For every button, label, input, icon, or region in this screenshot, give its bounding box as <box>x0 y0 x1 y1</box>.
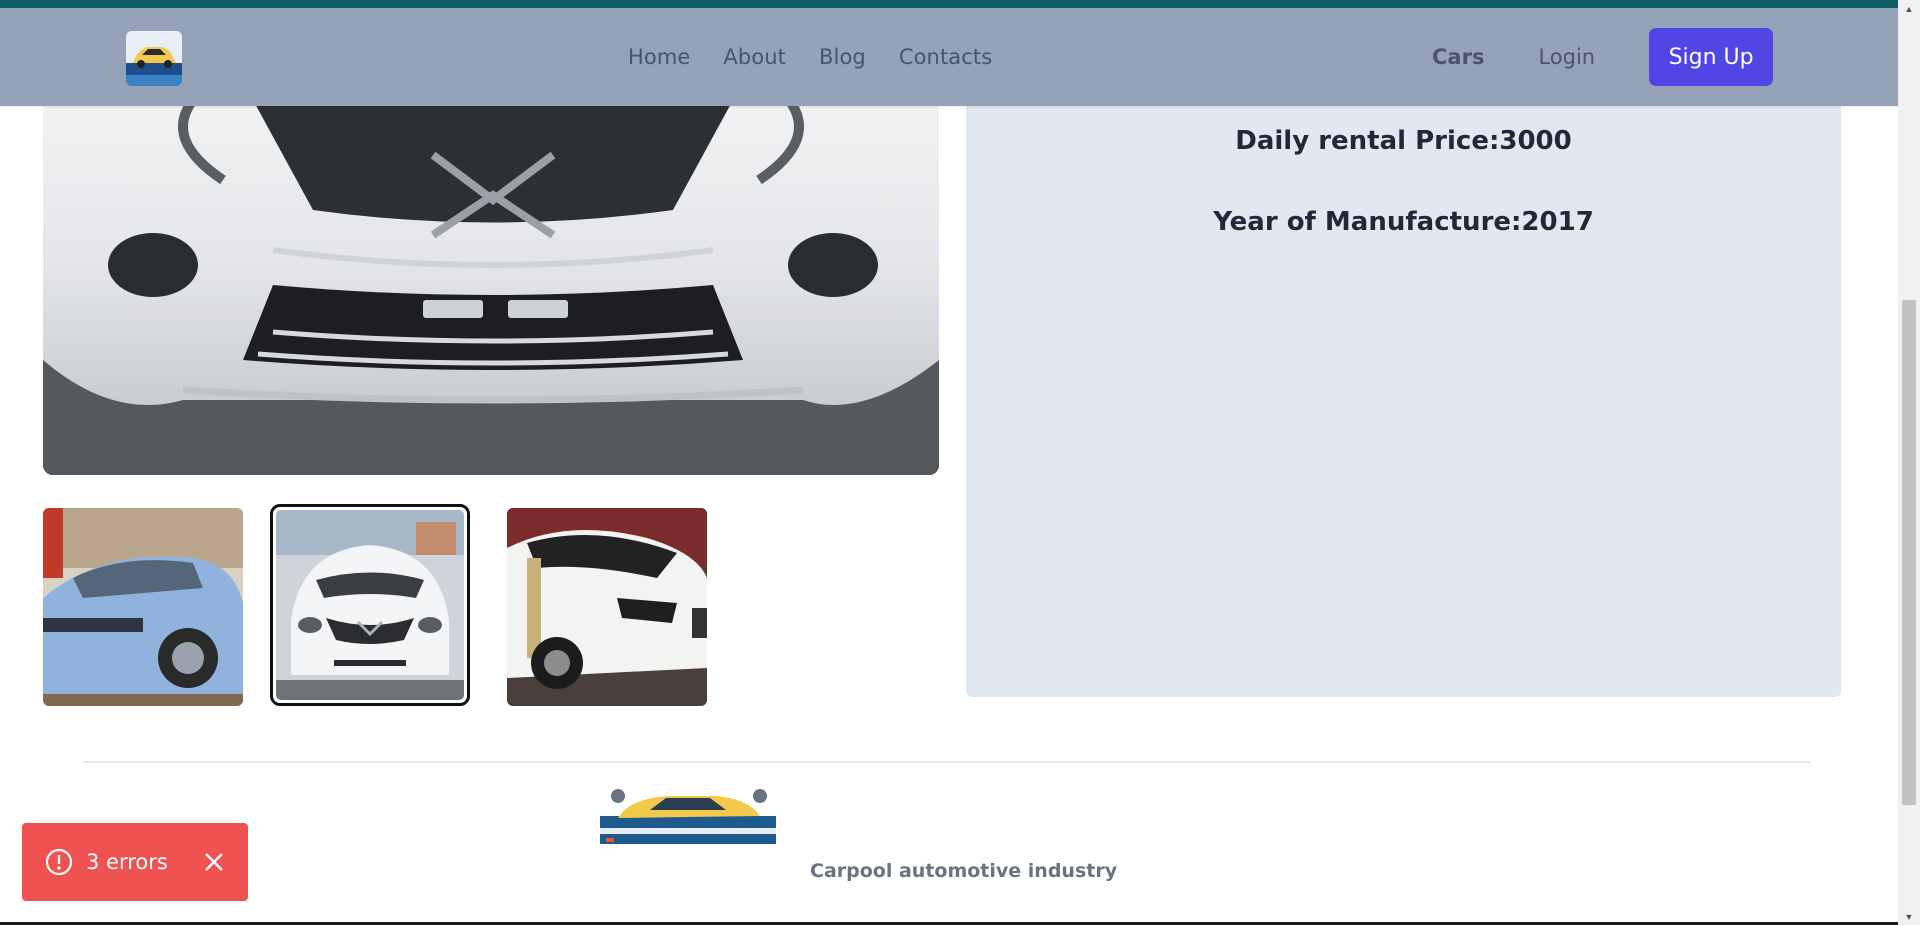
sign-up-button[interactable]: Sign Up <box>1649 28 1774 86</box>
error-count-label: 3 errors <box>86 850 168 874</box>
nav-blog-link[interactable]: Blog <box>819 45 866 69</box>
scrollbar-thumb[interactable] <box>1902 300 1916 805</box>
daily-rental-price: Daily rental Price:3000 <box>1235 126 1572 156</box>
blue-car-thumbnail[interactable] <box>43 508 243 706</box>
alert-circle-icon <box>45 848 73 876</box>
scroll-up-arrow-icon[interactable]: ▲ <box>1898 0 1920 17</box>
account-actions: Cars Login Sign Up <box>1432 8 1774 106</box>
main-car-image <box>43 60 939 475</box>
footer-divider <box>83 761 1811 763</box>
navbar: Home About Blog Contacts Cars Login Sign… <box>0 8 1898 106</box>
page-scrollbar[interactable]: ▲ ▼ <box>1898 0 1920 925</box>
car-details-panel: Daily rental Price:3000 Year of Manufact… <box>966 100 1841 697</box>
white-car-rear-thumbnail[interactable] <box>507 508 707 706</box>
footer-tagline: Carpool automotive industry <box>810 860 1118 882</box>
close-icon[interactable] <box>202 850 226 874</box>
nav-cars-link[interactable]: Cars <box>1432 45 1484 69</box>
year-of-manufacture: Year of Manufacture:2017 <box>1213 207 1594 237</box>
nav-about-link[interactable]: About <box>723 45 786 69</box>
scroll-down-arrow-icon[interactable]: ▼ <box>1898 908 1920 925</box>
white-car-front-thumbnail[interactable] <box>270 504 470 706</box>
car-logo-icon[interactable] <box>600 786 776 844</box>
nav-contacts-link[interactable]: Contacts <box>899 45 992 69</box>
car-logo-icon[interactable] <box>126 31 182 86</box>
login-link[interactable]: Login <box>1538 45 1595 69</box>
nav-home-link[interactable]: Home <box>628 45 690 69</box>
main-navigation: Home About Blog Contacts <box>628 8 992 106</box>
top-accent-bar <box>0 0 1920 8</box>
error-toast[interactable]: 3 errors <box>22 823 248 901</box>
